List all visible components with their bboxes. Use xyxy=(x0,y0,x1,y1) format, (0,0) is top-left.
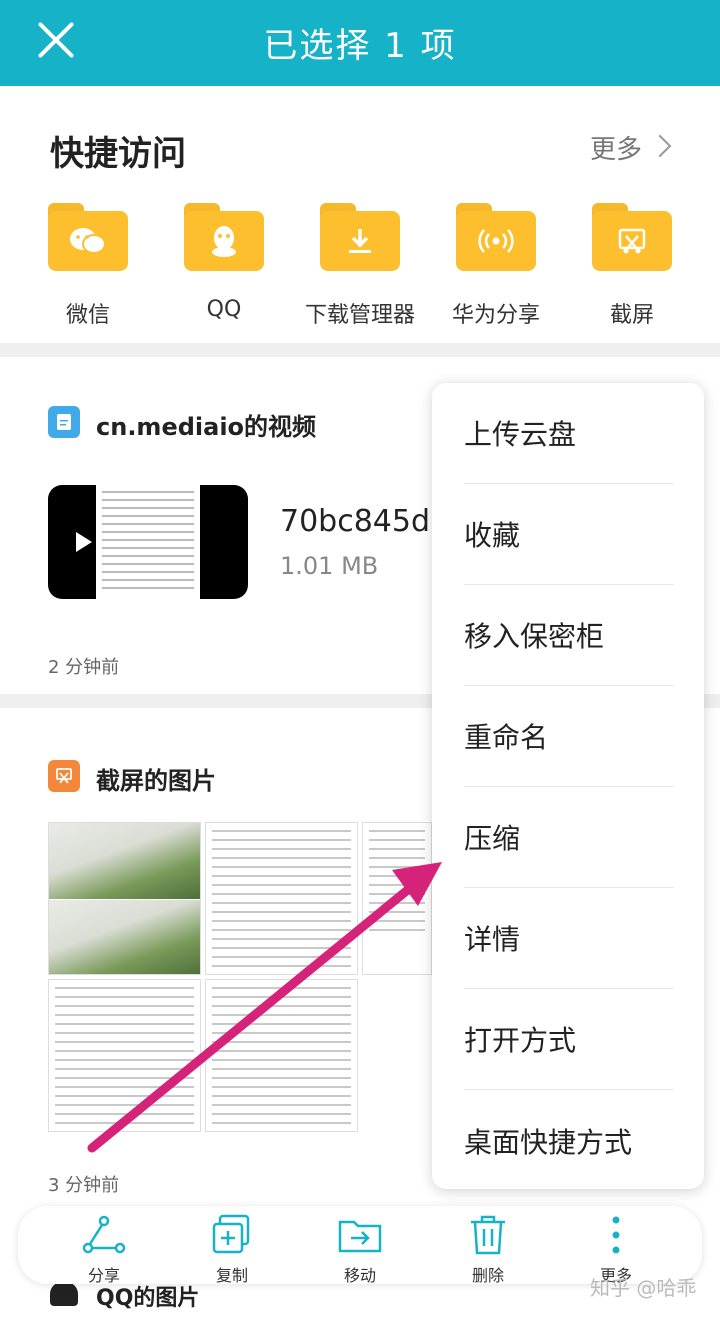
screenshot-section-icon xyxy=(48,760,80,792)
quick-item-label: 微信 xyxy=(65,303,110,328)
quick-item-huawei-share[interactable]: 华为分享 xyxy=(436,203,556,329)
delete-label: 删除 xyxy=(471,1266,504,1285)
chevron-right-icon[interactable] xyxy=(648,134,672,158)
menu-item-move-to-safe[interactable]: 移入保密柜 xyxy=(464,585,674,686)
quick-item-download-manager[interactable]: 下载管理器 xyxy=(300,203,420,329)
quick-item-label: 华为分享 xyxy=(451,303,540,328)
screenshot-thumbnail[interactable] xyxy=(205,979,358,1132)
menu-item-upload-cloud[interactable]: 上传云盘 xyxy=(464,383,674,484)
video-doc-icon xyxy=(48,406,80,438)
video-section-title: cn.mediaio的视频 xyxy=(96,413,317,441)
screenshot-thumbnail[interactable] xyxy=(48,979,201,1132)
video-frame-document xyxy=(96,485,200,599)
qq-icon xyxy=(184,203,264,271)
selection-title: 已选择 1 项 xyxy=(263,26,457,66)
video-file-name: 70bc845d. xyxy=(280,504,440,539)
menu-item-desktop-shortcut[interactable]: 桌面快捷方式 xyxy=(464,1090,674,1191)
share-icon xyxy=(54,1210,154,1260)
quick-item-label: 截屏 xyxy=(609,303,654,328)
quick-access-title: 快捷访问 xyxy=(50,134,186,174)
video-thumbnail[interactable] xyxy=(48,485,248,599)
quick-item-label: QQ xyxy=(206,297,242,322)
play-icon xyxy=(76,532,92,552)
menu-item-details[interactable]: 详情 xyxy=(464,888,674,989)
menu-item-open-with[interactable]: 打开方式 xyxy=(464,989,674,1090)
screenshot-time: 3 分钟前 xyxy=(48,1175,120,1196)
download-icon xyxy=(320,203,400,271)
move-label: 移动 xyxy=(343,1266,376,1285)
top-bar: 已选择 1 项 xyxy=(0,0,720,86)
screenshot-thumbnail[interactable] xyxy=(205,822,358,975)
menu-item-rename[interactable]: 重命名 xyxy=(464,686,674,787)
copy-button[interactable]: 复制 xyxy=(182,1210,282,1286)
quick-item-label: 下载管理器 xyxy=(304,303,415,328)
share-button[interactable]: 分享 xyxy=(54,1210,154,1286)
share-signal-icon xyxy=(456,203,536,271)
wechat-icon xyxy=(48,203,128,271)
menu-item-compress[interactable]: 压缩 xyxy=(464,787,674,888)
menu-item-favorite[interactable]: 收藏 xyxy=(464,484,674,585)
context-menu: 上传云盘 收藏 移入保密柜 重命名 压缩 详情 打开方式 桌面快捷方式 xyxy=(432,383,704,1189)
more-icon xyxy=(566,1210,666,1260)
video-time: 2 分钟前 xyxy=(48,657,120,678)
photo-image xyxy=(49,823,200,899)
delete-icon xyxy=(438,1210,538,1260)
screenshot-thumbnail[interactable] xyxy=(48,822,201,975)
screenshot-icon xyxy=(592,203,672,271)
quick-item-qq[interactable]: QQ xyxy=(164,203,284,322)
section-divider xyxy=(0,343,720,357)
delete-button[interactable]: 删除 xyxy=(438,1210,538,1286)
copy-label: 复制 xyxy=(215,1266,248,1285)
quick-access-more-link[interactable]: 更多 xyxy=(590,129,642,166)
copy-icon xyxy=(182,1210,282,1260)
quick-item-wechat[interactable]: 微信 xyxy=(28,203,148,329)
move-button[interactable]: 移动 xyxy=(310,1210,410,1286)
watermark: 知乎 @哈乖 xyxy=(590,1276,697,1300)
screenshot-thumbnail[interactable] xyxy=(362,822,432,975)
share-label: 分享 xyxy=(87,1266,120,1285)
quick-item-screenshot[interactable]: 截屏 xyxy=(572,203,692,329)
move-icon xyxy=(310,1210,410,1260)
photo-image xyxy=(49,900,200,974)
video-file-size: 1.01 MB xyxy=(280,552,379,580)
screenshot-section-title: 截屏的图片 xyxy=(96,767,216,795)
